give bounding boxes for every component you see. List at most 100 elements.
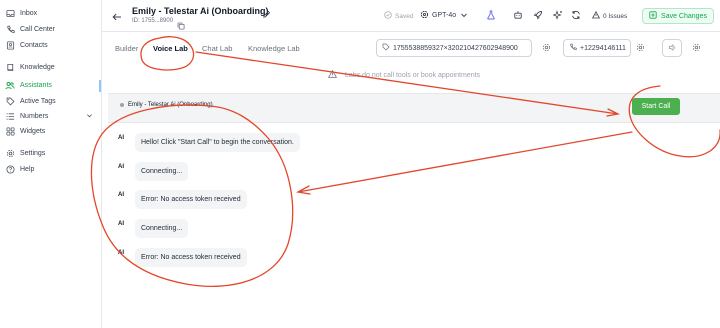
ai-avatar: AI xyxy=(118,250,124,256)
copy-icon[interactable] xyxy=(177,17,185,35)
sidebar-item-label: Call Center xyxy=(20,25,56,33)
phone-number-field[interactable]: +12294146111 xyxy=(563,39,631,57)
page-title: Emily - Telestar Ai (Onboarding) xyxy=(132,6,269,16)
call-bar: Emily - Telestar Ai (Onboarding) Start C… xyxy=(108,93,720,123)
bot-icon xyxy=(513,7,523,25)
ai-avatar: AI xyxy=(118,192,124,198)
status-dot xyxy=(120,103,124,107)
annotation-arrow-to-messages xyxy=(296,131,633,195)
chevron-down-icon[interactable] xyxy=(86,112,93,121)
sidebar-item-label: Numbers xyxy=(20,112,49,120)
book-icon xyxy=(5,62,15,72)
model-label: GPT-4o xyxy=(432,12,457,19)
grid-icon xyxy=(5,126,15,136)
sidebar-item-contacts[interactable]: Contacts xyxy=(0,37,101,53)
sidebar-item-call-center[interactable]: Call Center xyxy=(0,21,101,37)
refresh-button[interactable] xyxy=(570,10,582,22)
warning-icon xyxy=(591,10,603,21)
sidebar-item-widgets[interactable]: Widgets xyxy=(0,123,101,139)
gear-icon xyxy=(5,148,15,158)
sidebar-item-label: Contacts xyxy=(20,41,48,49)
sidebar: Inbox Call Center Contacts Knowledge Ass… xyxy=(0,0,102,328)
sidebar-item-label: Inbox xyxy=(20,9,38,17)
sparkles-icon xyxy=(552,7,563,25)
saved-label: Saved xyxy=(395,12,414,20)
volume-icon xyxy=(668,39,677,57)
rocket-button[interactable] xyxy=(532,10,544,22)
message-bubble: Error: No access token received xyxy=(135,248,247,267)
volume-button[interactable] xyxy=(662,39,682,57)
sidebar-item-label: Help xyxy=(20,165,35,173)
save-changes-button[interactable]: Save Changes xyxy=(642,8,714,24)
bot-button[interactable] xyxy=(512,10,524,22)
phone-icon xyxy=(5,24,15,34)
sidebar-item-label: Assistants xyxy=(20,81,52,89)
issues-indicator[interactable]: 0 Issues xyxy=(591,10,627,21)
sidebar-item-settings[interactable]: Settings xyxy=(0,145,101,161)
contacts-icon xyxy=(5,40,15,50)
voice-settings-button[interactable] xyxy=(686,39,706,57)
tab-knowledge-lab[interactable]: Knowledge Lab xyxy=(248,44,300,53)
ai-avatar: AI xyxy=(118,164,124,170)
ai-avatar: AI xyxy=(118,221,124,227)
message: AI Error: No access token received xyxy=(118,190,247,209)
users-icon xyxy=(5,80,15,90)
tag-icon xyxy=(5,96,15,106)
sidebar-item-label: Active Tags xyxy=(20,97,56,105)
sidebar-item-knowledge[interactable]: Knowledge xyxy=(0,59,101,75)
session-settings-button[interactable] xyxy=(536,39,556,57)
save-changes-label: Save Changes xyxy=(661,12,707,20)
save-icon xyxy=(649,11,661,21)
phone-icon xyxy=(569,43,580,53)
arrow-left-icon xyxy=(112,8,122,26)
pencil-icon[interactable] xyxy=(262,6,271,24)
sidebar-item-inbox[interactable]: Inbox xyxy=(0,5,101,21)
rocket-icon xyxy=(533,7,543,25)
gear-icon xyxy=(692,39,701,57)
scrollbar[interactable] xyxy=(99,80,101,92)
annotation-circle-voice-lab xyxy=(140,36,195,71)
flask-button[interactable] xyxy=(485,10,497,22)
message: AI Connecting... xyxy=(118,219,189,238)
session-id-value: 1755538859327×320210427602948900 xyxy=(393,44,518,52)
check-circle-icon xyxy=(384,11,395,21)
sidebar-item-numbers[interactable]: Numbers xyxy=(0,108,101,124)
back-button[interactable] xyxy=(108,8,126,26)
labs-notice-text: Labs do not call tools or book appointme… xyxy=(345,71,481,79)
sparkles-button[interactable] xyxy=(552,10,564,22)
chevron-down-icon xyxy=(456,11,468,21)
sidebar-item-help[interactable]: Help xyxy=(0,161,101,177)
header: Emily - Telestar Ai (Onboarding) ID: 175… xyxy=(102,0,720,32)
message: AI Error: No access token received xyxy=(118,248,247,267)
call-assistant-name: Emily - Telestar Ai (Onboarding) xyxy=(128,102,213,108)
gear-icon xyxy=(542,39,551,57)
sidebar-item-active-tags[interactable]: Active Tags xyxy=(0,93,101,109)
tag-icon xyxy=(382,43,393,53)
session-id-field[interactable]: 1755538859327×320210427602948900 xyxy=(376,39,532,57)
labs-notice: Labs do not call tools or book appointme… xyxy=(327,69,481,80)
assistant-id: ID: 1755...8900 xyxy=(132,18,174,24)
model-select[interactable]: GPT-4o xyxy=(420,10,468,21)
message: AI Hello! Click "Start Call" to begin th… xyxy=(118,133,300,152)
start-call-button[interactable]: Start Call xyxy=(632,98,680,115)
warning-icon xyxy=(327,69,345,80)
ai-avatar: AI xyxy=(118,135,124,141)
tab-builder[interactable]: Builder xyxy=(115,44,138,53)
sidebar-item-label: Widgets xyxy=(20,127,46,135)
flask-icon xyxy=(486,7,496,25)
saved-status: Saved xyxy=(384,11,413,21)
tab-chat-lab[interactable]: Chat Lab xyxy=(202,44,232,53)
sidebar-item-label: Knowledge xyxy=(20,63,55,71)
phone-settings-button[interactable] xyxy=(630,39,650,57)
sidebar-item-label: Settings xyxy=(20,149,46,157)
sidebar-item-assistants[interactable]: Assistants xyxy=(0,77,101,93)
list-icon xyxy=(5,111,15,121)
message-bubble: Hello! Click "Start Call" to begin the c… xyxy=(135,133,300,152)
message: AI Connecting... xyxy=(118,162,189,181)
inbox-icon xyxy=(5,8,15,18)
tab-voice-lab[interactable]: Voice Lab xyxy=(153,44,188,53)
phone-number-value: +12294146111 xyxy=(580,44,626,52)
refresh-icon xyxy=(571,7,581,25)
message-bubble: Error: No access token received xyxy=(135,190,247,209)
gear-icon xyxy=(636,39,645,57)
